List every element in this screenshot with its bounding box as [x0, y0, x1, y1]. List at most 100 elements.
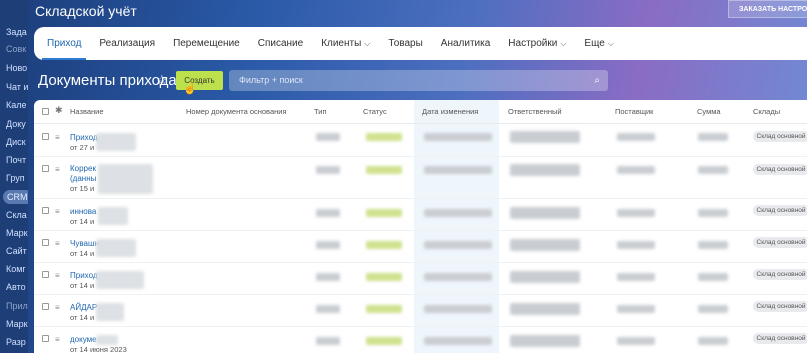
table-row[interactable]: ≡ Приход от 14 и Склад основной	[34, 263, 807, 295]
row-checkbox[interactable]	[42, 165, 49, 172]
sidebar-item-mail[interactable]: Почт	[6, 155, 28, 169]
table-row[interactable]: ≡ Приход от 27 и Склад основной	[34, 125, 807, 157]
sidebar-item-chat[interactable]: Чат и	[6, 82, 28, 96]
document-name-link[interactable]: иннова	[70, 207, 96, 216]
column-header-sum[interactable]: Сумма	[697, 107, 721, 116]
menu-icon[interactable]: ≡	[55, 208, 63, 216]
warehouse-badge: Склад основной	[753, 205, 807, 216]
menu-icon[interactable]: ≡	[55, 134, 63, 142]
tab-more[interactable]: Еще ⌵	[575, 27, 622, 60]
tab-label: Клиенты	[321, 38, 362, 49]
tab-label: Товары	[388, 38, 423, 49]
chevron-down-icon: ⌵	[560, 39, 567, 48]
gear-icon[interactable]: ✱	[55, 105, 63, 116]
menu-icon[interactable]: ≡	[55, 304, 63, 312]
sidebar-item-2[interactable]: Совк	[6, 44, 28, 58]
sidebar-item-warehouse[interactable]: Скла	[6, 210, 28, 224]
blurred-supplier	[617, 133, 655, 141]
order-setup-button[interactable]: ЗАКАЗАТЬ НАСТРОЙКУ	[728, 0, 807, 18]
document-name-link[interactable]: Чувашн	[70, 239, 99, 248]
blurred-type	[316, 337, 340, 345]
blurred-responsible	[510, 335, 580, 347]
blurred-content	[96, 239, 136, 257]
sidebar-item-crm[interactable]: CRM	[3, 190, 28, 204]
row-checkbox[interactable]	[42, 239, 49, 246]
tab-products[interactable]: Товары	[379, 27, 431, 60]
star-icon[interactable]: ☆	[156, 72, 168, 88]
column-header-warehouses[interactable]: Склады	[753, 107, 780, 116]
row-checkbox[interactable]	[42, 133, 49, 140]
table-row[interactable]: ≡ АЙДАР от 14 и Склад основной	[34, 295, 807, 327]
sidebar-item-news[interactable]: Ново	[6, 63, 28, 77]
sidebar-item-automation[interactable]: Авто	[6, 282, 28, 296]
document-name-link[interactable]: Приход	[70, 271, 98, 280]
table-row[interactable]: ≡ Коррек (данны от 15 и Склад основной	[34, 157, 807, 199]
sidebar-item-marketing[interactable]: Марк	[6, 228, 28, 242]
column-header-supplier[interactable]: Поставщик	[615, 107, 653, 116]
blurred-modified	[424, 133, 492, 141]
tab-income[interactable]: Приход	[38, 27, 90, 60]
sidebar-item-calendar[interactable]: Кале	[6, 100, 28, 114]
row-checkbox[interactable]	[42, 271, 49, 278]
sidebar-item-company[interactable]: Комг	[6, 264, 28, 278]
document-name-link[interactable]: Коррек	[70, 164, 96, 173]
document-name-link-2[interactable]: (данны	[70, 174, 96, 183]
column-header-modified[interactable]: Дата изменения	[422, 107, 478, 116]
sidebar-item-disk[interactable]: Диск	[6, 137, 28, 151]
menu-icon[interactable]: ≡	[55, 166, 63, 174]
tab-label: Списание	[257, 38, 304, 49]
tab-writeoff[interactable]: Списание	[249, 27, 312, 60]
sidebar-item-sites[interactable]: Сайт	[6, 246, 28, 260]
sidebar-item-tasks[interactable]: Зада	[6, 27, 28, 41]
document-date: от 27 и	[70, 143, 95, 152]
tab-transfer[interactable]: Перемещение	[164, 27, 249, 60]
warehouse-badge: Склад основной	[753, 164, 807, 175]
table-row[interactable]: ≡ Чувашн от 14 и Склад основной	[34, 231, 807, 263]
column-header-type[interactable]: Тип	[314, 107, 327, 116]
tab-analytics[interactable]: Аналитика	[432, 27, 500, 60]
document-date: от 14 и	[70, 313, 95, 322]
chevron-down-icon: ⌵	[364, 39, 371, 48]
search-input[interactable]: Фильтр + поиск ⌕	[229, 70, 608, 91]
blurred-content	[98, 207, 128, 225]
blurred-status	[366, 166, 402, 174]
sidebar-item-apps[interactable]: Прил	[6, 301, 28, 315]
search-icon[interactable]: ⌕	[594, 70, 600, 91]
menu-icon[interactable]: ≡	[55, 336, 63, 344]
table-row[interactable]: ≡ иннова от 14 и Склад основной	[34, 199, 807, 231]
row-checkbox[interactable]	[42, 303, 49, 310]
blurred-sum	[698, 241, 728, 249]
sidebar-item-dev[interactable]: Разр	[6, 337, 28, 351]
tab-sales[interactable]: Реализация	[90, 27, 164, 60]
blurred-content	[96, 335, 118, 345]
tab-settings[interactable]: Настройки ⌵	[499, 27, 575, 60]
column-header-status[interactable]: Статус	[363, 107, 387, 116]
blurred-sum	[698, 273, 728, 281]
column-header-name[interactable]: Название	[70, 107, 104, 116]
tab-clients[interactable]: Клиенты ⌵	[312, 27, 379, 60]
blurred-responsible	[510, 164, 580, 176]
pointer-cursor-icon: ☝	[183, 83, 197, 95]
sidebar-item-market[interactable]: Марк	[6, 319, 28, 333]
warehouse-badge: Склад основной	[753, 333, 807, 344]
tab-label: Настройки	[508, 38, 558, 49]
document-name-link[interactable]: АЙДАР	[70, 303, 97, 312]
sidebar-item-documents[interactable]: Доку	[6, 119, 28, 133]
chevron-down-icon: ⌵	[607, 39, 614, 48]
menu-icon[interactable]: ≡	[55, 240, 63, 248]
blurred-modified	[424, 305, 492, 313]
column-header-responsible[interactable]: Ответственный	[508, 107, 562, 116]
row-checkbox[interactable]	[42, 207, 49, 214]
select-all-checkbox[interactable]	[42, 108, 49, 115]
blurred-content	[96, 303, 124, 321]
document-name-link[interactable]: докуме	[70, 335, 97, 344]
warehouse-badge: Склад основной	[753, 301, 807, 312]
sidebar-item-groups[interactable]: Груп	[6, 173, 28, 187]
blurred-status	[366, 305, 402, 313]
blurred-supplier	[617, 305, 655, 313]
row-checkbox[interactable]	[42, 335, 49, 342]
column-header-doc-number[interactable]: Номер документа основания	[186, 107, 287, 116]
menu-icon[interactable]: ≡	[55, 272, 63, 280]
document-name-link[interactable]: Приход	[70, 133, 98, 142]
table-row[interactable]: ≡ докуме от 14 июня 2023 Склад основной	[34, 327, 807, 353]
